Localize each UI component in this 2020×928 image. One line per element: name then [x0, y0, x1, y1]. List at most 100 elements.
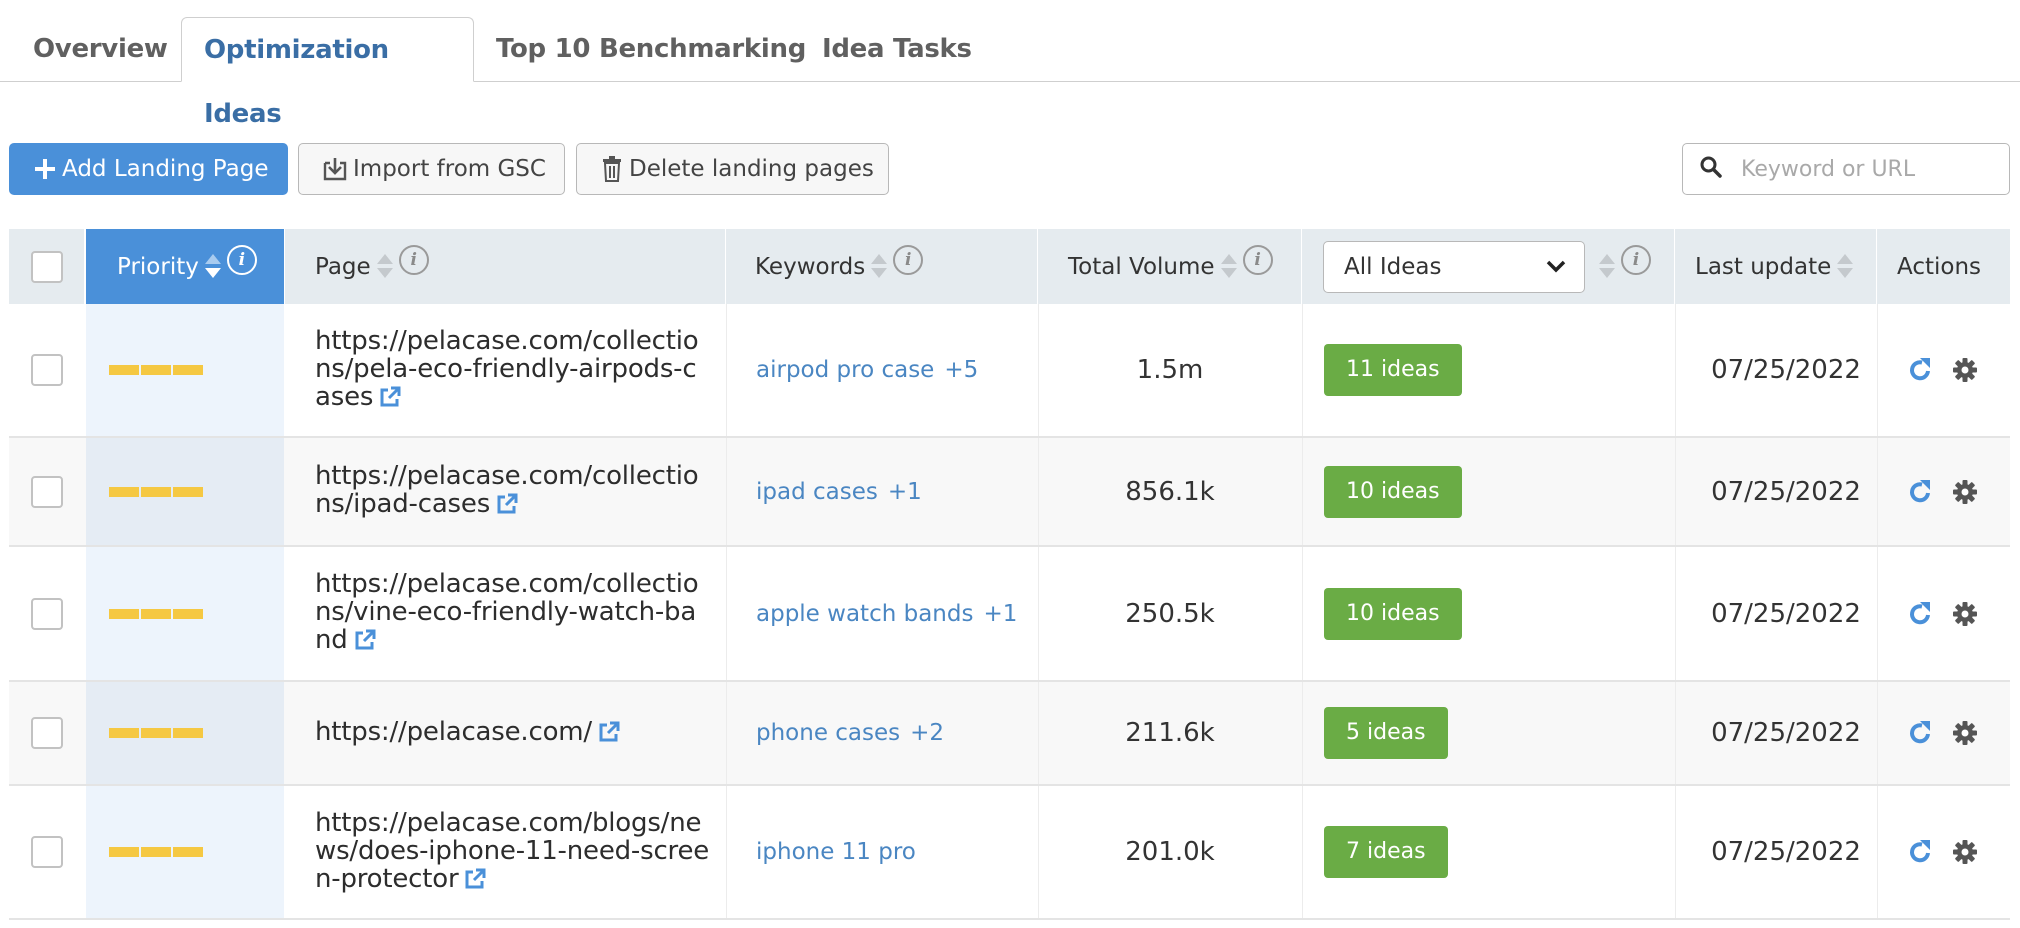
import-from-gsc-button[interactable]: Import from GSC — [298, 143, 565, 195]
actions-cell — [1877, 438, 2010, 545]
ideas-badge[interactable]: 7 ideas — [1324, 826, 1448, 878]
tab-idea-tasks[interactable]: Idea Tasks — [822, 17, 972, 82]
gear-icon[interactable] — [1952, 839, 1978, 865]
gear-icon[interactable] — [1952, 479, 1978, 505]
select-all-checkbox[interactable] — [30, 250, 63, 283]
keyword-link[interactable]: apple watch bands +1 — [756, 601, 1017, 627]
header-total-volume-label: Total Volume — [1068, 253, 1215, 280]
row-checkbox[interactable] — [30, 475, 63, 508]
row-select-cell — [9, 547, 84, 680]
last-update-cell: 07/25/2022 — [1675, 682, 1876, 784]
table-row: https://pelacase.com/blogs/news/does-iph… — [9, 786, 2010, 920]
page-cell: https://pelacase.com/blogs/news/does-iph… — [285, 786, 725, 918]
sort-icon[interactable] — [1837, 252, 1854, 282]
last-update-cell: 07/25/2022 — [1675, 786, 1876, 918]
keyword-link[interactable]: iphone 11 pro — [756, 839, 926, 865]
row-checkbox[interactable] — [30, 836, 63, 868]
delete-landing-pages-button[interactable]: Delete landing pages — [576, 143, 889, 195]
total-volume-value: 856.1k — [1125, 476, 1215, 507]
total-volume-value: 1.5m — [1136, 355, 1204, 385]
gear-icon[interactable] — [1952, 357, 1978, 383]
tab-optimization-ideas[interactable]: Optimization Ideas — [181, 17, 474, 129]
last-update-value: 07/25/2022 — [1711, 476, 1861, 507]
external-link-icon[interactable] — [496, 493, 518, 521]
priority-cell — [86, 304, 284, 436]
header-total-volume[interactable]: Total Volume i — [1038, 229, 1301, 304]
keyword-link[interactable]: ipad cases +1 — [756, 479, 922, 505]
refresh-icon[interactable] — [1908, 479, 1934, 505]
header-page[interactable]: Page i — [285, 229, 725, 304]
header-keywords[interactable]: Keywords i — [726, 229, 1037, 304]
ideas-badge[interactable]: 10 ideas — [1324, 587, 1462, 640]
search-icon — [1699, 155, 1723, 183]
external-link-icon[interactable] — [464, 868, 486, 896]
tab-overview[interactable]: Overview — [33, 17, 168, 82]
page-url[interactable]: https://pelacase.com/ — [315, 717, 592, 747]
priority-segment — [109, 847, 139, 857]
keyword-more-count: +1 — [887, 478, 922, 505]
ideas-cell: 10 ideas — [1302, 547, 1674, 680]
priority-cell — [86, 682, 284, 784]
priority-bar — [109, 365, 203, 375]
sort-icon[interactable] — [1599, 252, 1615, 282]
priority-segment — [109, 728, 139, 738]
row-checkbox[interactable] — [30, 717, 63, 749]
total-volume-value: 211.6k — [1125, 718, 1215, 748]
refresh-icon[interactable] — [1908, 720, 1934, 746]
keywords-cell: airpod pro case +5 — [726, 304, 1037, 436]
row-checkbox[interactable] — [30, 597, 63, 630]
last-update-cell: 07/25/2022 — [1675, 304, 1876, 436]
sort-icon[interactable] — [871, 252, 888, 282]
info-icon[interactable]: i — [1621, 244, 1651, 275]
keyword-link[interactable]: airpod pro case +5 — [756, 357, 978, 383]
ideas-badge[interactable]: 5 ideas — [1324, 707, 1448, 759]
priority-bar — [109, 847, 203, 857]
keywords-cell: iphone 11 pro — [726, 786, 1037, 918]
priority-segment — [173, 728, 203, 738]
tab-bar: Overview Optimization Ideas Top 10 Bench… — [0, 0, 2020, 129]
sort-icon[interactable] — [204, 252, 221, 282]
header-select-all — [9, 229, 84, 304]
priority-segment — [141, 486, 171, 497]
info-icon[interactable]: i — [1242, 244, 1273, 275]
ideas-badge[interactable]: 11 ideas — [1324, 344, 1462, 396]
search-input[interactable] — [1741, 156, 2001, 182]
header-priority[interactable]: Priority i — [86, 229, 284, 304]
add-landing-page-button[interactable]: Add Landing Page — [9, 143, 288, 195]
info-icon[interactable]: i — [893, 244, 924, 275]
ideas-cell: 10 ideas — [1302, 438, 1674, 545]
gear-icon[interactable] — [1952, 601, 1978, 627]
gear-icon[interactable] — [1952, 720, 1978, 746]
plus-icon — [34, 158, 56, 180]
external-link-icon[interactable] — [354, 629, 376, 657]
refresh-icon[interactable] — [1908, 839, 1934, 865]
keyword-link[interactable]: phone cases +2 — [756, 720, 944, 746]
import-icon — [323, 157, 347, 181]
header-last-update[interactable]: Last update — [1675, 229, 1876, 304]
keyword-more-count: +5 — [944, 357, 979, 383]
external-link-icon[interactable] — [598, 721, 620, 749]
priority-bar — [109, 608, 203, 619]
trash-icon — [601, 156, 623, 182]
search-box[interactable] — [1682, 143, 2010, 195]
ideas-filter-select[interactable]: All Ideas — [1323, 240, 1585, 293]
sort-icon[interactable] — [1220, 252, 1237, 282]
info-icon[interactable]: i — [398, 244, 429, 275]
refresh-icon[interactable] — [1908, 357, 1934, 383]
tab-top-10-benchmarking[interactable]: Top 10 Benchmarking — [496, 17, 806, 82]
page-url[interactable]: https://pelacase.com/blogs/news/does-iph… — [315, 808, 709, 894]
sort-icon[interactable] — [376, 252, 393, 282]
header-actions: Actions — [1877, 229, 2010, 304]
keyword-more-count: +2 — [910, 720, 945, 746]
keywords-cell: phone cases +2 — [726, 682, 1037, 784]
ideas-badge[interactable]: 10 ideas — [1324, 465, 1462, 518]
row-checkbox[interactable] — [30, 354, 63, 386]
info-icon[interactable]: i — [226, 244, 257, 275]
external-link-icon[interactable] — [379, 386, 401, 414]
actions-cell — [1877, 304, 2010, 436]
page-url[interactable]: https://pelacase.com/collections/pela-ec… — [315, 326, 699, 412]
page-cell: https://pelacase.com/collections/vine-ec… — [285, 547, 725, 680]
refresh-icon[interactable] — [1908, 601, 1934, 627]
ideas-cell: 7 ideas — [1302, 786, 1674, 918]
row-select-cell — [9, 786, 84, 918]
